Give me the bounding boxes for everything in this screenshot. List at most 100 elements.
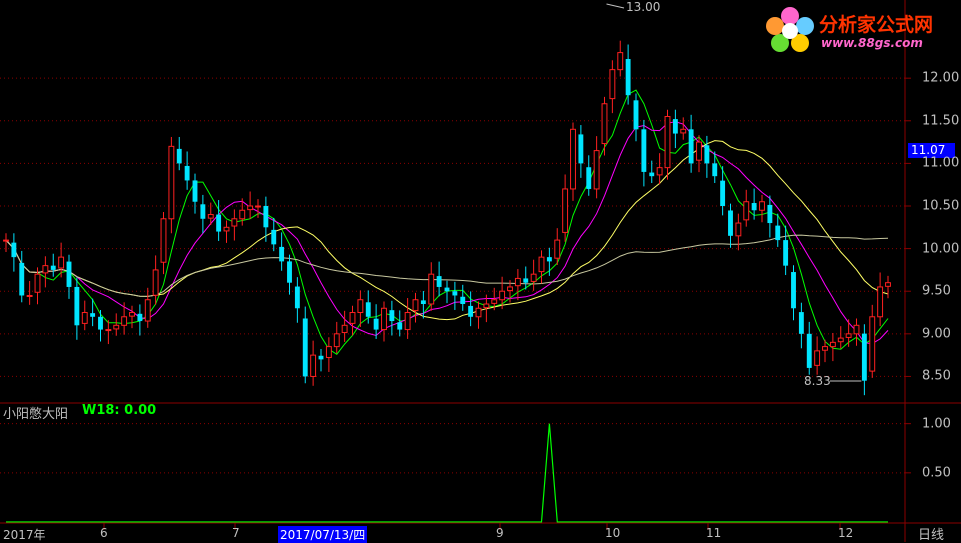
candle-body-up (255, 205, 261, 208)
candle-body-down (672, 119, 678, 134)
candle-body-down (578, 134, 584, 164)
brand-logo: 分析家公式网 www.88gs.com (763, 4, 959, 56)
candle-body-down (263, 206, 269, 228)
x-tick-label: 11 (706, 526, 722, 540)
candle-body-up (412, 299, 419, 312)
candle-body-up (743, 201, 750, 221)
candle-body-down (712, 163, 718, 177)
candle-body-down (704, 145, 710, 164)
candle-body-down (436, 276, 442, 287)
candle-body-up (822, 346, 828, 351)
candle-body-up (877, 286, 884, 318)
candle-body-down (66, 261, 72, 287)
y-tick-label: 12.00 (922, 70, 960, 86)
candle-body-down (90, 313, 96, 317)
candle-body-up (837, 337, 844, 343)
candle-body-down (389, 310, 395, 322)
candle-body-up (759, 201, 765, 211)
candle-body-up (144, 299, 151, 322)
candle-body-up (475, 307, 482, 318)
candle-body-down (783, 240, 789, 266)
candle-body-up (499, 290, 506, 301)
candle-body-up (617, 52, 624, 71)
period-label: 日线 (918, 528, 945, 543)
candle-body-up (58, 256, 65, 269)
candle-body-down (625, 59, 631, 96)
candle-body-up (853, 324, 860, 335)
candle-body-up (381, 307, 387, 331)
candle-body-down (420, 300, 426, 304)
x-tick-label: 9 (496, 526, 504, 540)
candle-body-up (428, 273, 435, 305)
chart-frame (0, 0, 961, 542)
candle-body-down (192, 180, 198, 202)
flower-logo-icon (766, 7, 814, 52)
candle-body-up (42, 265, 49, 274)
candle-body-up (514, 277, 521, 287)
indicator-y-tick-label: 1.00 (922, 416, 951, 432)
candle-body-up (349, 312, 356, 324)
candle-body-down (806, 333, 812, 368)
candle-body-up (81, 312, 88, 324)
x-tick-label: 7 (232, 526, 240, 540)
logo-title: 分析家公式网 (819, 14, 934, 36)
indicator-line (6, 423, 888, 523)
candle-body-down (798, 312, 804, 334)
candle-body-up (491, 299, 498, 304)
candle-body-up (121, 316, 128, 326)
x-tick-label: 2017年 (3, 528, 46, 542)
candle-body-up (129, 312, 135, 317)
candle-body-up (593, 150, 600, 190)
candle-body-down (444, 287, 450, 292)
low-marker-label: 8.33 (804, 374, 831, 388)
candle-body-down (184, 165, 190, 181)
candle-body-up (404, 312, 411, 331)
indicator-name: 小阳憋大阳 (3, 407, 69, 422)
candle-body-down (861, 333, 867, 381)
candle-body-down (98, 316, 103, 330)
x-tick-label: 6 (100, 526, 108, 540)
candle-body-up (34, 273, 41, 293)
candle-body-up (105, 329, 112, 332)
candle-body-down (294, 286, 300, 309)
candle-body-down (523, 278, 529, 283)
indicator-series (0, 423, 911, 523)
cursor-date-label: 2017/07/13/四 (278, 526, 368, 543)
candle-body-down (11, 242, 17, 258)
indicator-value: W18: 0.00 (82, 403, 157, 418)
candle-body-down (460, 296, 466, 304)
candle-body-down (279, 246, 285, 262)
candle-body-up (735, 222, 742, 237)
candle-body-up (113, 324, 120, 330)
candle-body-down (19, 262, 25, 296)
candle-body-down (633, 100, 639, 130)
candle-body-down (468, 305, 474, 317)
candle-body-up (207, 214, 214, 219)
indicator-y-tick-label: 0.50 (922, 465, 951, 481)
candle-body-up (341, 324, 348, 334)
candle-body-down (50, 265, 56, 270)
y-tick-label: 9.00 (922, 326, 951, 342)
candle-body-down (546, 257, 552, 262)
candle-body-up (656, 167, 663, 176)
stock-chart (0, 0, 961, 542)
candle-body-up (814, 350, 821, 366)
high-marker-label: 13.00 (626, 0, 661, 14)
candle-body-down (365, 302, 371, 317)
candle-body-up (3, 239, 9, 242)
y-tick-label: 10.00 (922, 241, 960, 257)
candle-body-up (231, 218, 238, 227)
candle-body-down (200, 204, 206, 219)
candle-body-up (601, 103, 608, 145)
x-tick-label: 12 (838, 526, 854, 540)
candle-body-down (688, 129, 694, 164)
candle-body-up (829, 341, 836, 348)
candle-body-down (74, 286, 80, 326)
candle-body-down (271, 229, 277, 245)
candlesticks (3, 3, 891, 396)
y-tick-label: 10.50 (922, 198, 960, 214)
candle-body-up (554, 239, 561, 259)
candle-body-down (137, 313, 143, 322)
candle-body-up (310, 354, 317, 377)
y-tick-label: 8.50 (922, 368, 951, 384)
